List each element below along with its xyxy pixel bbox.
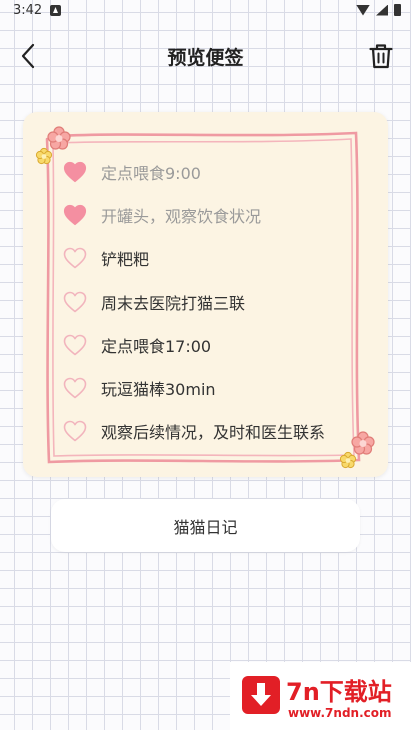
todo-text: 周末去医院打猫三联 <box>101 293 246 313</box>
todo-item-4[interactable]: 周末去医院打猫三联 <box>63 280 363 323</box>
header: 预览便签 <box>0 30 411 82</box>
heart-outline-icon[interactable] <box>63 291 87 313</box>
todo-item-2[interactable]: 开罐头，观察饮食状况 <box>63 193 363 236</box>
note-card: 定点喂食9:00 开罐头，观察饮食状况 铲粑粑 周末去医院打猫三联 定点喂食17… <box>23 112 388 477</box>
heart-filled-icon[interactable] <box>63 204 87 226</box>
todo-item-3[interactable]: 铲粑粑 <box>63 237 363 280</box>
page-title: 预览便签 <box>167 47 244 69</box>
flower-decoration-icon <box>35 126 71 165</box>
watermark-url: www.7ndn.com <box>288 706 392 720</box>
notification-icon <box>50 5 61 16</box>
trash-icon <box>369 44 393 69</box>
todo-list: 定点喂食9:00 开罐头，观察饮食状况 铲粑粑 周末去医院打猫三联 定点喂食17… <box>63 150 363 453</box>
todo-item-7[interactable]: 观察后续情况，及时和医生联系 <box>63 410 363 453</box>
heart-outline-icon[interactable] <box>63 420 87 442</box>
download-logo-icon <box>242 676 280 714</box>
notebook-button[interactable]: 猫猫日记 <box>51 499 360 552</box>
todo-text: 玩逗猫棒30min <box>101 380 216 400</box>
battery-icon <box>394 4 401 16</box>
watermark: 7n下载站 www.7ndn.com <box>230 662 411 730</box>
heart-outline-icon[interactable] <box>63 247 87 269</box>
todo-text: 定点喂食17:00 <box>101 336 212 356</box>
todo-text: 观察后续情况，及时和医生联系 <box>101 423 326 443</box>
delete-button[interactable] <box>367 40 395 72</box>
heart-outline-icon[interactable] <box>63 334 87 356</box>
flower-decoration-icon <box>339 431 375 469</box>
todo-item-1[interactable]: 定点喂食9:00 <box>63 150 363 193</box>
system-icons <box>356 4 401 16</box>
wifi-icon <box>356 4 370 16</box>
todo-text: 定点喂食9:00 <box>101 163 201 183</box>
todo-item-6[interactable]: 玩逗猫棒30min <box>63 366 363 409</box>
status-bar: 3:42 <box>0 0 411 24</box>
status-time: 3:42 <box>13 3 43 18</box>
todo-item-5[interactable]: 定点喂食17:00 <box>63 323 363 366</box>
heart-outline-icon[interactable] <box>63 377 87 399</box>
signal-icon <box>376 4 388 16</box>
watermark-title: 7n下载站 <box>286 678 392 706</box>
todo-text: 开罐头，观察饮食状况 <box>101 206 262 226</box>
todo-text: 铲粑粑 <box>101 250 150 270</box>
